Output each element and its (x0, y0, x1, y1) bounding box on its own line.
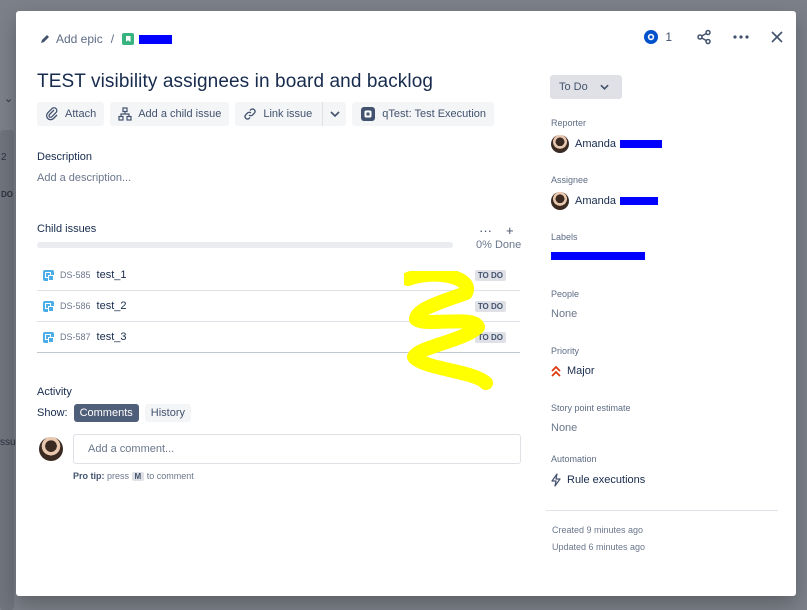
people-field[interactable]: None (551, 308, 577, 320)
close-icon (771, 31, 783, 43)
story-points-field[interactable]: None (551, 422, 577, 434)
board-column (0, 130, 14, 610)
pro-tip: Pro tip: press M to comment (73, 471, 194, 481)
rule-executions-link[interactable]: Rule executions (551, 473, 645, 487)
story-icon (122, 33, 135, 45)
protip-label: Pro tip: (73, 471, 105, 481)
priority-field[interactable]: Major (551, 365, 595, 377)
description-field[interactable]: Add a description... (37, 172, 131, 184)
child-issue-summary[interactable]: test_1 (97, 269, 127, 281)
ellipsis-icon (733, 35, 749, 39)
board-card-count: 2 (1, 152, 7, 163)
percent-done: 0% Done (476, 239, 522, 251)
qtest-label: qTest: Test Execution (382, 108, 487, 120)
child-issue-summary[interactable]: test_3 (97, 331, 127, 343)
activity-filter: Show: Comments History (37, 404, 191, 422)
priority-value: Major (567, 365, 595, 377)
people-label: People (551, 289, 580, 299)
child-issue-key[interactable]: DS-586 (60, 301, 91, 311)
assignee-label: Assignee (551, 175, 589, 185)
protip-rest: to comment (146, 471, 194, 481)
child-issue-key[interactable]: DS-585 (60, 270, 91, 280)
child-issues-more-button[interactable]: ··· (479, 223, 492, 238)
subtask-icon (43, 331, 54, 343)
more-actions-button[interactable] (732, 34, 750, 40)
link-issue-dropdown[interactable] (322, 102, 346, 126)
yellow-scribble-annotation (404, 271, 493, 390)
lightning-icon (551, 473, 561, 487)
history-tab[interactable]: History (144, 404, 191, 422)
share-icon (697, 29, 711, 45)
share-button[interactable] (696, 29, 712, 45)
breadcrumb-separator: / (110, 32, 115, 46)
breadcrumb: Add epic / (38, 31, 173, 47)
updated-timestamp: Updated 6 minutes ago (552, 542, 646, 552)
issue-title[interactable]: TEST visibility assignees in board and b… (37, 71, 433, 93)
subtask-icon (43, 300, 54, 312)
watch-button[interactable]: 1 (643, 29, 672, 45)
status-label: To Do (559, 81, 588, 93)
close-button[interactable] (770, 30, 784, 44)
status-dropdown[interactable]: To Do (550, 75, 622, 99)
protip-key: M (131, 472, 145, 481)
priority-major-icon (551, 365, 561, 377)
priority-label: Priority (551, 346, 580, 356)
link-icon (244, 108, 256, 120)
child-issues-heading: Child issues (37, 223, 97, 235)
sidebar-divider (546, 510, 778, 511)
link-issue-button[interactable]: Link issue (235, 102, 347, 126)
add-child-issue-label: Add a child issue (138, 108, 222, 120)
child-issues-add-button[interactable]: + (506, 223, 514, 238)
rule-executions-label: Rule executions (567, 474, 646, 486)
labels-field[interactable] (551, 252, 645, 260)
automation-label: Automation (551, 454, 597, 464)
issue-toolbar: Attach Add a child issue Link issue qTes… (37, 102, 495, 126)
labels-label: Labels (551, 232, 578, 242)
reporter-avatar (551, 135, 569, 153)
pencil-icon (41, 35, 49, 43)
link-issue-label: Link issue (263, 108, 313, 120)
child-issues-progress (37, 242, 453, 248)
reporter-surname-redacted (619, 140, 662, 148)
child-issue-key[interactable]: DS-587 (60, 332, 91, 342)
show-label: Show: (37, 407, 68, 419)
reporter-name: Amanda (575, 138, 616, 150)
qtest-icon (361, 107, 376, 121)
watch-count: 1 (665, 30, 672, 44)
assignee-field[interactable]: Amanda (551, 192, 658, 210)
assignee-name: Amanda (575, 195, 616, 207)
activity-heading: Activity (37, 386, 72, 398)
board-card-status: DO (1, 190, 13, 199)
attach-button[interactable]: Attach (37, 102, 105, 126)
hierarchy-icon (118, 107, 132, 121)
qtest-button[interactable]: qTest: Test Execution (352, 102, 495, 126)
subtask-icon (43, 269, 54, 281)
child-issues-actions: ··· + (479, 223, 514, 238)
header-actions: 1 (643, 29, 784, 45)
child-issue-summary[interactable]: test_2 (97, 300, 127, 312)
eye-icon (644, 30, 659, 44)
assignee-surname-redacted (619, 197, 658, 205)
add-epic-link[interactable]: Add epic (56, 32, 103, 46)
add-child-issue-button[interactable]: Add a child issue (110, 102, 230, 126)
comment-input[interactable]: Add a comment... (73, 434, 521, 464)
reporter-label: Reporter (551, 118, 587, 128)
comments-tab[interactable]: Comments (73, 404, 139, 422)
assignee-avatar (551, 192, 569, 210)
attach-label: Attach (65, 108, 97, 120)
current-user-avatar (39, 437, 63, 461)
label-value-redacted (551, 252, 645, 260)
issue-key-redacted[interactable] (139, 34, 173, 44)
reporter-field[interactable]: Amanda (551, 135, 662, 153)
protip-press: press (107, 471, 130, 481)
board-chevron-icon: ⌄ (4, 93, 14, 105)
chevron-down-icon (600, 84, 609, 90)
created-timestamp: Created 9 minutes ago (552, 525, 644, 535)
description-heading: Description (37, 151, 93, 163)
issue-modal: Add epic / 1 TEST visibility assignees i… (16, 11, 796, 596)
story-points-label: Story point estimate (551, 403, 631, 413)
paperclip-icon (45, 107, 58, 121)
chevron-down-icon (330, 111, 340, 117)
